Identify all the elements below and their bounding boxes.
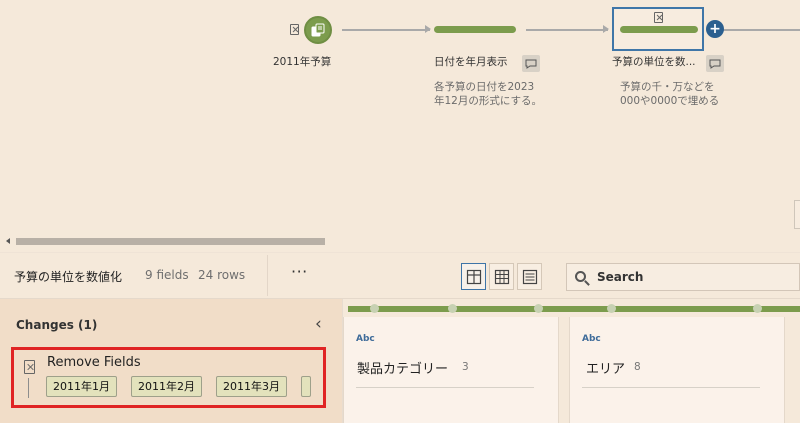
field-divider bbox=[356, 387, 534, 388]
add-step-button[interactable]: + bbox=[706, 20, 724, 38]
tableau-prep-window: 2011年予算 日付を年月表示 各予算の日付を2023 年12月の形式にする。 … bbox=[0, 0, 800, 423]
comment-icon bbox=[525, 59, 537, 69]
row-count: 24 rows bbox=[198, 268, 246, 282]
field-name-label: 製品カテゴリー bbox=[357, 362, 449, 377]
field-distinct-count: 8 bbox=[634, 361, 641, 373]
unit-to-number-step-label[interactable]: 予算の単位を数... bbox=[612, 56, 696, 69]
data-source-icon bbox=[311, 23, 325, 37]
flow-canvas[interactable]: 2011年予算 日付を年月表示 各予算の日付を2023 年12月の形式にする。 … bbox=[0, 0, 800, 234]
date-format-description-line2: 年12月の形式にする。 bbox=[434, 95, 542, 107]
profile-strip-marker bbox=[534, 304, 543, 313]
field-distinct-count: 3 bbox=[462, 361, 469, 373]
field-card-area[interactable]: Abc エリア 8 bbox=[569, 317, 785, 423]
more-options-button[interactable]: ··· bbox=[291, 262, 308, 281]
field-type-label: Abc bbox=[356, 334, 375, 344]
change-connector-line bbox=[28, 378, 29, 398]
flow-connector-2 bbox=[526, 29, 608, 31]
change-title: Remove Fields bbox=[47, 355, 141, 370]
changes-title: Changes (1) bbox=[16, 318, 98, 332]
search-input[interactable] bbox=[595, 268, 795, 286]
profile-strip-marker bbox=[607, 304, 616, 313]
table-view-button[interactable] bbox=[489, 263, 514, 290]
profile-strip-marker bbox=[370, 304, 379, 313]
profile-toolbar: 予算の単位を数値化 9 fields 24 rows ··· bbox=[0, 252, 800, 298]
search-box[interactable] bbox=[566, 263, 800, 291]
truncated-field-chip[interactable] bbox=[301, 376, 311, 397]
table-view-icon bbox=[494, 269, 509, 284]
comment-button-date-format[interactable] bbox=[522, 55, 540, 72]
profile-pane: Abc 製品カテゴリー 3 Abc エリア 8 bbox=[343, 299, 800, 423]
field-type-label: Abc bbox=[582, 334, 601, 344]
profile-strip-marker bbox=[448, 304, 457, 313]
scroll-thumb[interactable] bbox=[16, 238, 325, 245]
scroll-left-icon[interactable] bbox=[6, 238, 10, 244]
profile-view-button[interactable] bbox=[461, 263, 486, 290]
step-title: 予算の単位を数値化 bbox=[14, 270, 123, 284]
view-toggle-group bbox=[461, 263, 545, 291]
remove-fields-change-card[interactable]: Remove Fields 2011年1月 2011年2月 2011年3月 bbox=[11, 347, 326, 408]
remove-fields-icon bbox=[290, 24, 299, 35]
profile-summary-strip bbox=[348, 306, 800, 312]
list-view-button[interactable] bbox=[517, 263, 542, 290]
field-card-product-category[interactable]: Abc 製品カテゴリー 3 bbox=[343, 317, 559, 423]
chevron-left-icon[interactable]: ‹ bbox=[315, 314, 322, 334]
list-view-icon bbox=[522, 269, 537, 284]
comment-icon bbox=[709, 59, 721, 69]
field-name-label: エリア bbox=[586, 362, 626, 377]
date-format-description-line1: 各予算の日付を2023 bbox=[434, 81, 535, 93]
unit-to-number-description-line2: 000や0000で埋める bbox=[620, 95, 720, 107]
flow-connector-3 bbox=[722, 29, 800, 31]
clean-step-unit-to-number[interactable] bbox=[620, 26, 698, 33]
date-format-step-label[interactable]: 日付を年月表示 bbox=[434, 56, 508, 69]
input-node-label[interactable]: 2011年予算 bbox=[273, 56, 331, 69]
flow-pane-edge-handle[interactable] bbox=[794, 200, 800, 229]
search-icon bbox=[575, 271, 586, 282]
flow-arrow-2 bbox=[603, 25, 609, 33]
field-count: 9 fields bbox=[145, 268, 189, 282]
step-change-icon bbox=[654, 12, 663, 23]
profile-view-icon bbox=[466, 269, 481, 284]
removed-field-chip[interactable]: 2011年1月 bbox=[46, 376, 117, 397]
removed-field-chip[interactable]: 2011年2月 bbox=[131, 376, 202, 397]
field-divider bbox=[582, 387, 760, 388]
profile-strip-marker bbox=[753, 304, 762, 313]
toolbar-divider bbox=[267, 255, 268, 296]
unit-to-number-description-line1: 予算の千・万などを bbox=[620, 81, 715, 93]
flow-arrow-1 bbox=[425, 25, 431, 33]
flow-horizontal-scrollbar[interactable] bbox=[0, 234, 800, 250]
clean-step-date-format[interactable] bbox=[434, 26, 516, 33]
remove-fields-icon bbox=[24, 360, 35, 374]
changes-panel: Changes (1) ‹ Remove Fields 2011年1月 2011… bbox=[0, 299, 343, 423]
removed-field-chip[interactable]: 2011年3月 bbox=[216, 376, 287, 397]
input-node-2011-budget[interactable] bbox=[304, 16, 332, 44]
comment-button-unit-to-number[interactable] bbox=[706, 55, 724, 72]
flow-connector-1 bbox=[342, 29, 430, 31]
